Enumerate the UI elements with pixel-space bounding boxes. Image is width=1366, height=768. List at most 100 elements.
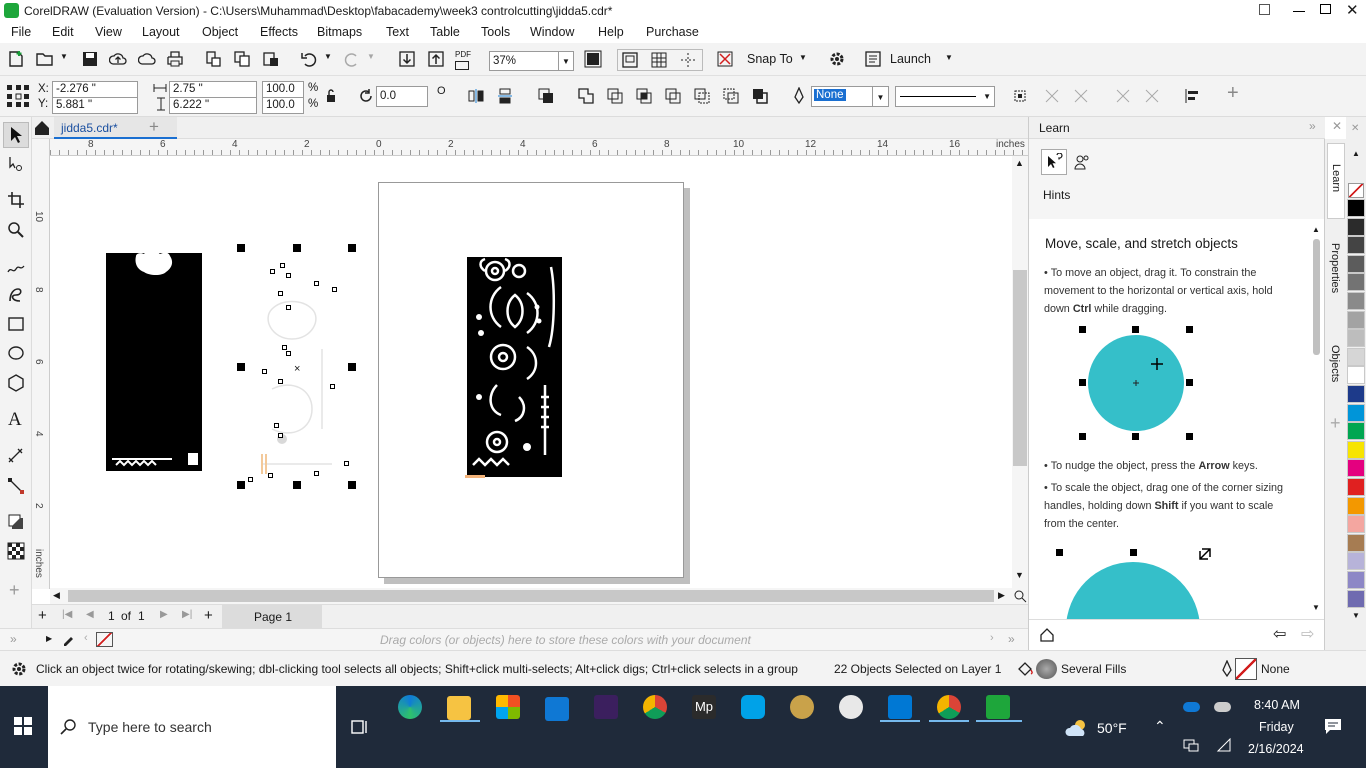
tray-expand-icon[interactable]: ⌃ xyxy=(1154,718,1166,735)
ellipse-tool-icon[interactable] xyxy=(7,344,25,362)
horizontal-scroll-thumb[interactable] xyxy=(68,590,994,602)
new-document-icon[interactable] xyxy=(7,50,25,68)
paint-app-icon[interactable] xyxy=(839,695,863,719)
zoom-dropdown[interactable]: ▼ xyxy=(558,51,574,71)
artistic-media-tool-icon[interactable] xyxy=(7,286,25,304)
x-position-field[interactable]: -2.276 " xyxy=(52,81,138,98)
onedrive-icon[interactable] xyxy=(1183,702,1200,712)
copy-icon[interactable] xyxy=(233,50,251,68)
vertical-scroll-thumb[interactable] xyxy=(1013,270,1027,466)
inkscape-like-icon[interactable] xyxy=(790,695,814,719)
parallel-dimension-tool-icon[interactable] xyxy=(7,447,25,465)
color-swatch[interactable] xyxy=(1347,571,1365,589)
mirror-vertical-icon[interactable] xyxy=(496,87,514,105)
launch-dropdown-icon[interactable]: ▼ xyxy=(945,53,953,62)
menu-help[interactable]: Help xyxy=(598,25,624,39)
eyedropper-icon[interactable] xyxy=(62,632,76,646)
object-origin-icon[interactable] xyxy=(6,84,30,108)
add-toolbar-item-icon[interactable]: + xyxy=(1227,82,1239,105)
connector-tool-icon[interactable] xyxy=(7,477,25,495)
cloud-upload-icon[interactable] xyxy=(109,50,127,68)
paste-icon[interactable] xyxy=(262,50,280,68)
menu-text[interactable]: Text xyxy=(386,25,409,39)
trim-icon[interactable] xyxy=(606,87,624,105)
task-view-icon[interactable] xyxy=(351,718,369,736)
cloud-download-icon[interactable] xyxy=(138,50,156,68)
add-page-after-icon[interactable]: + xyxy=(204,607,213,624)
learn-side-tab[interactable]: Learn xyxy=(1327,143,1345,219)
black-panel-left[interactable] xyxy=(106,253,202,471)
color-swatch[interactable] xyxy=(1347,199,1365,217)
redo-dropdown-icon[interactable]: ▼ xyxy=(367,52,375,61)
print-icon[interactable] xyxy=(166,50,184,68)
color-swatch[interactable] xyxy=(1347,347,1365,366)
learn-forward-icon[interactable]: ⇨ xyxy=(1301,624,1314,644)
minimize-button[interactable] xyxy=(1293,11,1305,12)
options-gear-icon[interactable] xyxy=(828,50,846,68)
chrome-active-icon[interactable] xyxy=(937,695,961,719)
last-page-icon[interactable]: ▶| xyxy=(182,609,192,620)
c-app-icon[interactable] xyxy=(741,695,765,719)
learn-back-icon[interactable]: ⇦ xyxy=(1273,624,1286,644)
previous-page-icon[interactable]: ◀ xyxy=(86,609,94,620)
add-tool-icon[interactable]: + xyxy=(9,580,20,601)
docker-expand-icon[interactable]: » xyxy=(1309,119,1316,133)
import-icon[interactable] xyxy=(398,50,416,68)
zoom-to-page-icon[interactable] xyxy=(584,50,602,68)
first-page-icon[interactable]: |◀ xyxy=(62,609,72,620)
cut-icon[interactable] xyxy=(204,50,222,68)
intersect-icon[interactable] xyxy=(635,87,653,105)
learn-scroll-thumb[interactable] xyxy=(1313,239,1320,355)
color-swatch[interactable] xyxy=(1347,496,1365,515)
save-icon[interactable] xyxy=(81,50,99,68)
menu-edit[interactable]: Edit xyxy=(52,25,74,39)
selection-handle[interactable] xyxy=(237,244,245,252)
learn-people-icon[interactable] xyxy=(1073,153,1091,171)
grid-icon[interactable] xyxy=(650,51,668,69)
learn-scroll-down-icon[interactable]: ▼ xyxy=(1312,603,1320,612)
color-swatch[interactable] xyxy=(1347,254,1365,273)
add-docker-icon[interactable]: + xyxy=(1330,413,1341,434)
horizontal-scrollbar[interactable]: ◀ ▶ xyxy=(50,588,1028,604)
undo-dropdown-icon[interactable]: ▼ xyxy=(324,52,332,61)
coreldraw-taskbar-icon[interactable] xyxy=(986,695,1010,719)
palette-right-icon[interactable]: › xyxy=(990,632,994,644)
no-color-swatch[interactable] xyxy=(96,632,113,647)
scroll-down-icon[interactable]: ▼ xyxy=(1015,570,1024,580)
palette-left-icon[interactable]: ‹ xyxy=(84,632,88,644)
align-distribute-icon[interactable] xyxy=(1184,87,1202,105)
color-swatch[interactable] xyxy=(1347,589,1365,608)
selection-handle[interactable] xyxy=(348,481,356,489)
floral-pattern-panel[interactable] xyxy=(467,257,562,477)
menu-purchase[interactable]: Purchase xyxy=(646,25,699,39)
mail-icon[interactable] xyxy=(545,697,569,721)
rectangle-tool-icon[interactable] xyxy=(7,315,25,333)
text-tool-icon[interactable]: A xyxy=(8,409,22,431)
rotation-angle-field[interactable]: 0.0 xyxy=(376,86,428,107)
line-style-selector[interactable]: ▼ xyxy=(895,86,995,107)
objects-side-tab[interactable]: Objects xyxy=(1327,325,1345,405)
microsoft-store-icon[interactable] xyxy=(496,695,520,719)
open-folder-icon[interactable] xyxy=(36,50,54,68)
back-minus-front-icon[interactable] xyxy=(722,87,740,105)
width-field[interactable]: 2.75 " xyxy=(169,81,257,98)
export-icon[interactable] xyxy=(427,50,445,68)
polygon-tool-icon[interactable] xyxy=(7,374,25,392)
mp-app-icon[interactable]: Mp xyxy=(692,695,716,719)
palette-scroll-down-icon[interactable]: ▼ xyxy=(1352,611,1360,620)
menu-table[interactable]: Table xyxy=(430,25,460,39)
color-swatch[interactable] xyxy=(1347,217,1365,236)
front-minus-back-icon[interactable] xyxy=(693,87,711,105)
color-swatch[interactable] xyxy=(1347,403,1365,422)
color-swatch[interactable] xyxy=(1347,273,1365,292)
color-swatch[interactable] xyxy=(1347,552,1365,571)
pick-tool-icon[interactable] xyxy=(7,126,25,144)
zoom-tool-icon[interactable] xyxy=(7,221,25,239)
selection-handle[interactable] xyxy=(237,363,245,371)
zoom-level-field[interactable]: 37% xyxy=(489,51,559,71)
menu-tools[interactable]: Tools xyxy=(481,25,510,39)
color-swatch[interactable] xyxy=(1347,329,1365,348)
palette-arrow-icon[interactable]: ▶ xyxy=(46,634,52,643)
palette-scroll-up-icon[interactable]: ▲ xyxy=(1352,149,1360,158)
learn-home-icon[interactable] xyxy=(1039,627,1055,643)
